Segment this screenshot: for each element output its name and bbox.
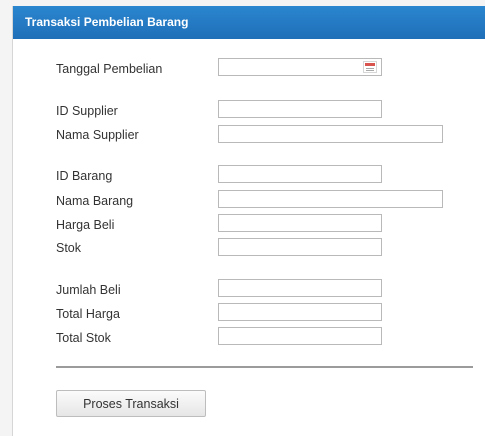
total-stok-label: Total Stok xyxy=(56,331,111,345)
id-supplier-label: ID Supplier xyxy=(56,104,118,118)
calendar-icon[interactable] xyxy=(363,61,377,73)
nama-supplier-field[interactable] xyxy=(218,125,443,143)
id-barang-label: ID Barang xyxy=(56,169,113,183)
proses-transaksi-button[interactable]: Proses Transaksi xyxy=(56,390,206,417)
harga-beli-label: Harga Beli xyxy=(56,218,115,232)
jumlah-beli-field[interactable] xyxy=(218,279,382,297)
jumlah-beli-label: Jumlah Beli xyxy=(56,283,121,297)
nama-supplier-label: Nama Supplier xyxy=(56,128,139,142)
harga-beli-field[interactable] xyxy=(218,214,382,232)
tanggal-pembelian-label: Tanggal Pembelian xyxy=(56,62,163,76)
form-divider xyxy=(56,366,473,368)
id-supplier-field[interactable] xyxy=(218,100,382,118)
stok-field[interactable] xyxy=(218,238,382,256)
total-harga-label: Total Harga xyxy=(56,307,120,321)
total-harga-field[interactable] xyxy=(218,303,382,321)
nama-barang-label: Nama Barang xyxy=(56,194,134,208)
window-title: Transaksi Pembelian Barang xyxy=(25,15,189,29)
total-stok-field[interactable] xyxy=(218,327,382,345)
stok-label: Stok xyxy=(56,241,82,255)
title-bar: Transaksi Pembelian Barang xyxy=(13,6,485,39)
id-barang-field[interactable] xyxy=(218,165,382,183)
nama-barang-field[interactable] xyxy=(218,190,443,208)
tanggal-pembelian-field[interactable] xyxy=(218,58,382,76)
